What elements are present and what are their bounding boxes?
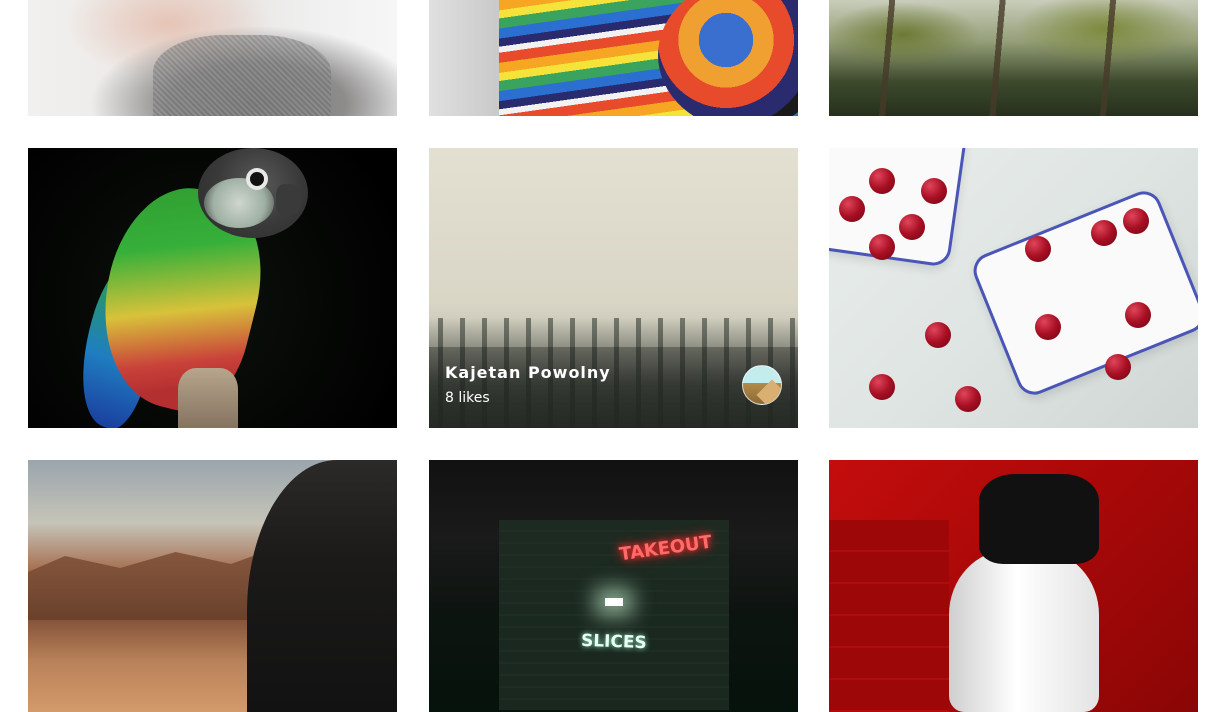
wall-lamp [605,598,623,606]
author-name[interactable]: Kajetan Powolny [445,363,782,382]
neon-sign-slices: SLICES [580,630,648,654]
photo-card-foggy-forest[interactable]: Kajetan Powolny 8 likes [429,148,798,428]
photo-image [28,0,397,116]
parrot-face [204,178,274,228]
parrot-eye [250,172,264,186]
photo-card-rainbow-shirt[interactable] [429,0,798,116]
photo-image [829,148,1198,428]
photo-image [28,148,397,428]
cherry [899,214,925,240]
author-avatar[interactable] [742,365,782,405]
cherry [1105,354,1131,380]
photo-card-takeout[interactable]: TAKEOUT SLICES [429,460,798,712]
photo-card-palm-trees[interactable] [829,0,1198,116]
cherry [1025,236,1051,262]
woman-top [979,474,1099,564]
cherry [839,196,865,222]
woman-legs [949,550,1099,712]
photo-image [429,0,798,116]
person-silhouette [247,460,397,712]
photo-card-desert[interactable] [28,460,397,712]
photo-info-overlay: Kajetan Powolny 8 likes [429,347,798,428]
cherry [869,234,895,260]
photo-card-person-sweater[interactable] [28,0,397,116]
photo-image [829,460,1198,712]
photo-image [28,460,397,712]
cherry [1091,220,1117,246]
neon-sign-takeout: TAKEOUT [617,531,714,566]
photo-card-red-wall[interactable] [829,460,1198,712]
parrot-beak [276,184,302,216]
cherry [1035,314,1061,340]
photo-image: TAKEOUT SLICES [429,460,798,712]
photo-gallery-grid: Kajetan Powolny 8 likes TAKEOUT SLICES [0,0,1218,712]
perch [178,368,238,428]
cherry [1125,302,1151,328]
photo-card-parrot[interactable] [28,148,397,428]
cherry [869,374,895,400]
cherry [869,168,895,194]
cherry [921,178,947,204]
dish [968,186,1198,400]
cherry [955,386,981,412]
cherry [1123,208,1149,234]
photo-card-cherries[interactable] [829,148,1198,428]
photo-image [829,0,1198,116]
likes-count: 8 likes [445,390,490,406]
cherry [925,322,951,348]
